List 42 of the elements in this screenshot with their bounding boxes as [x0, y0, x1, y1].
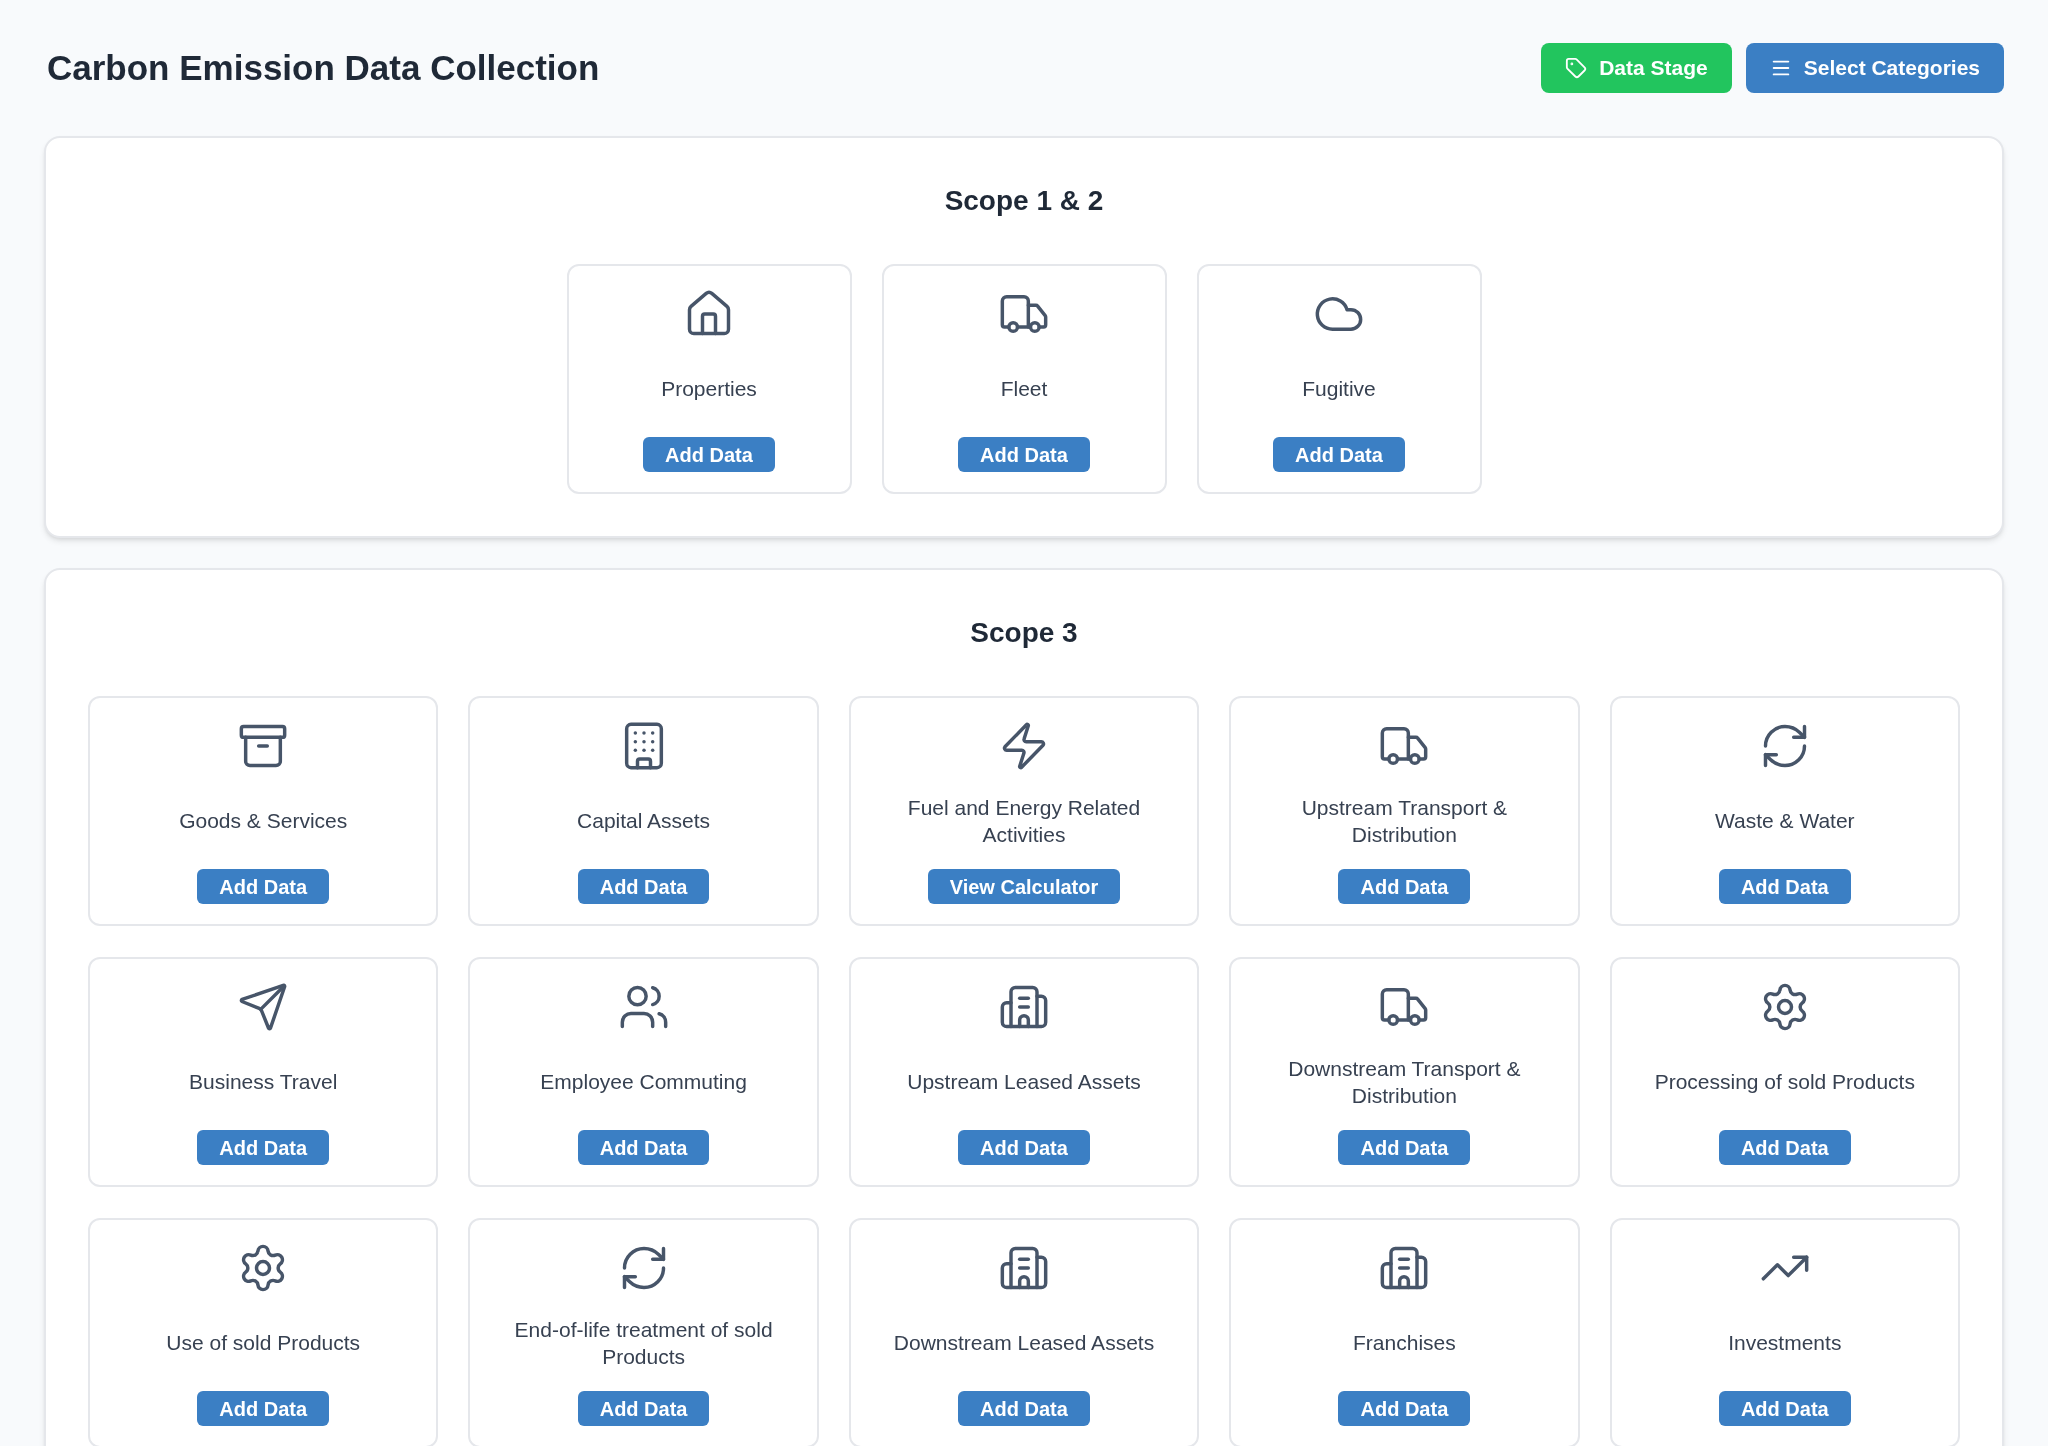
add-data-button[interactable]: Add Data — [1338, 1391, 1471, 1426]
add-data-button[interactable]: Add Data — [577, 1130, 710, 1165]
category-label: Waste & Water — [1714, 808, 1855, 834]
add-data-button[interactable]: Add Data — [1338, 869, 1471, 904]
category-label: Upstream Leased Assets — [907, 1069, 1141, 1095]
category-label: Capital Assets — [577, 808, 711, 834]
add-data-button[interactable]: Add Data — [577, 1391, 710, 1426]
add-data-button[interactable]: Add Data — [1718, 1391, 1851, 1426]
tag-icon — [1565, 57, 1588, 79]
category-label: Goods & Services — [179, 808, 348, 834]
add-data-button[interactable]: Add Data — [958, 437, 1090, 472]
category-label: Fuel and Energy Related Activities — [906, 794, 1142, 848]
category-label: Fugitive — [1302, 376, 1376, 402]
category-label: Use of sold Products — [166, 1330, 361, 1356]
category-label: Fleet — [1000, 376, 1048, 402]
category-label: Properties — [661, 376, 757, 402]
category-label: Processing of sold Products — [1654, 1069, 1915, 1095]
data-stage-button[interactable]: Data Stage — [1541, 43, 1732, 93]
add-data-button[interactable]: Add Data — [197, 869, 330, 904]
add-data-button[interactable]: Add Data — [958, 1391, 1090, 1426]
category-label: Investments — [1728, 1330, 1842, 1356]
page-title: Carbon Emission Data Collection — [47, 46, 600, 89]
category-label: Business Travel — [189, 1069, 338, 1095]
add-data-button[interactable]: Add Data — [958, 1130, 1090, 1165]
category-label: Employee Commuting — [540, 1069, 747, 1095]
section-title: Scope 1 & 2 — [944, 184, 1104, 218]
category-label: Downstream Transport & Distribution — [1287, 1055, 1522, 1109]
add-data-button[interactable]: Add Data — [1718, 869, 1851, 904]
add-data-button[interactable]: Add Data — [197, 1391, 330, 1426]
add-data-button[interactable]: Add Data — [1273, 437, 1405, 472]
add-data-button[interactable]: Add Data — [577, 869, 710, 904]
category-label: End-of-life treatment of sold Products — [513, 1316, 774, 1370]
category-label: Downstream Leased Assets — [893, 1330, 1155, 1356]
add-data-button[interactable]: View Calculator — [927, 869, 1121, 904]
add-data-button[interactable]: Add Data — [1718, 1130, 1851, 1165]
category-label: Upstream Transport & Distribution — [1300, 794, 1509, 848]
add-data-button[interactable]: Add Data — [1338, 1130, 1471, 1165]
category-label: Franchises — [1353, 1330, 1456, 1356]
select-categories-button[interactable]: Select Categories — [1745, 43, 2004, 93]
section-title: Scope 3 — [970, 616, 1078, 650]
add-data-button[interactable]: Add Data — [643, 437, 775, 472]
add-data-button[interactable]: Add Data — [197, 1130, 330, 1165]
